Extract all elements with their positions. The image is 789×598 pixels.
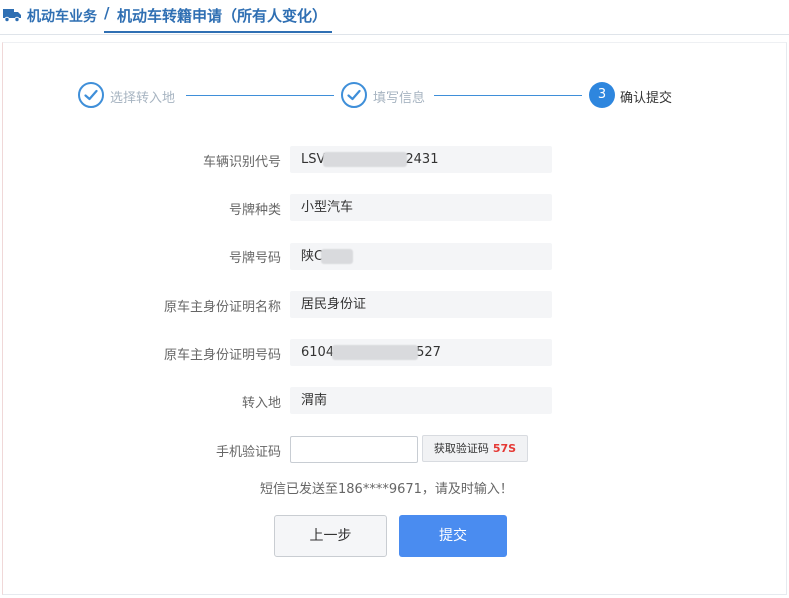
id-type-value: 居民身份证 xyxy=(290,291,552,318)
content-frame xyxy=(2,42,787,595)
plate-number-value: 陕C xyxy=(290,243,552,270)
vin-suffix: 2431 xyxy=(405,152,439,167)
id-number-label: 原车主身份证明号码 xyxy=(163,348,281,363)
plate-number-label: 号牌号码 xyxy=(228,251,281,266)
page-title: 机动车转籍申请（所有人变化） xyxy=(117,7,328,25)
step-connector xyxy=(186,95,334,96)
header-bar: 机动车业务 / 机动车转籍申请（所有人变化） xyxy=(0,0,789,35)
id-number-suffix: 527 xyxy=(416,345,441,360)
plate-type-label: 号牌种类 xyxy=(228,203,281,218)
get-sms-code-button[interactable]: 获取验证码 57S xyxy=(422,435,528,462)
step-connector xyxy=(434,95,582,96)
vin-prefix: LSV xyxy=(301,152,326,167)
redaction-mask xyxy=(332,345,419,360)
destination-value: 渭南 xyxy=(290,387,552,414)
plate-type-value: 小型汽车 xyxy=(290,194,552,221)
step-1-check-icon xyxy=(78,82,104,108)
redaction-mask xyxy=(321,249,354,264)
get-sms-code-label: 获取验证码 xyxy=(433,442,489,455)
active-tab-underline xyxy=(104,31,332,33)
vin-label: 车辆识别代号 xyxy=(202,155,281,170)
step-3-label: 确认提交 xyxy=(620,91,673,106)
step-3-number: 3 xyxy=(589,82,615,108)
truck-icon xyxy=(3,9,21,22)
step-1-label: 选择转入地 xyxy=(110,91,176,106)
plate-number-prefix: 陕C xyxy=(301,249,324,264)
step-2-check-icon xyxy=(341,82,367,108)
breadcrumb-root[interactable]: 机动车业务 xyxy=(27,6,97,26)
sms-sent-hint: 短信已发送至186****9671，请及时输入！ xyxy=(260,482,513,497)
previous-step-button[interactable]: 上一步 xyxy=(274,515,387,557)
breadcrumb-separator: / xyxy=(104,4,110,22)
sms-code-label: 手机验证码 xyxy=(215,445,281,460)
id-number-prefix: 6104 xyxy=(301,345,335,360)
sms-code-input[interactable] xyxy=(290,436,418,463)
destination-label: 转入地 xyxy=(241,396,281,411)
countdown-timer: 57S xyxy=(492,442,517,455)
id-number-value: 6104 527 xyxy=(290,339,552,366)
step-2-label: 填写信息 xyxy=(373,91,426,106)
submit-button[interactable]: 提交 xyxy=(399,515,507,557)
vin-value: LSV 2431 xyxy=(290,146,552,173)
redaction-mask xyxy=(323,152,408,167)
id-type-label: 原车主身份证明名称 xyxy=(163,300,281,315)
